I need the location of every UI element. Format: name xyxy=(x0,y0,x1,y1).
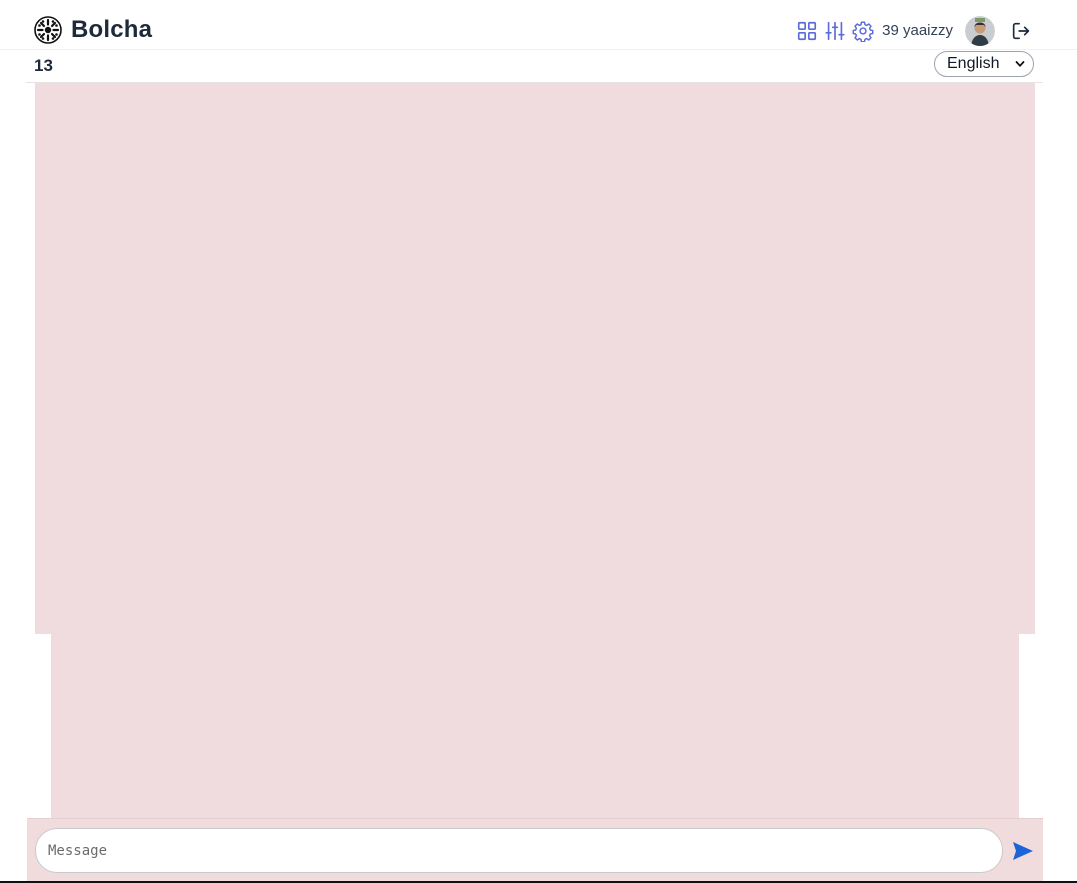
user-label[interactable]: 39 yaaizzy xyxy=(882,14,953,48)
chat-canvas[interactable] xyxy=(35,83,1035,634)
header-actions: 39 yaaizzy xyxy=(794,14,1033,48)
logout-button[interactable] xyxy=(1009,19,1033,43)
language-select[interactable]: English xyxy=(934,51,1034,77)
send-icon xyxy=(1013,842,1033,860)
avatar[interactable] xyxy=(965,16,995,46)
rooms-grid-button[interactable] xyxy=(794,18,820,44)
room-bar: 13 English xyxy=(26,50,1043,83)
app-title: Bolcha xyxy=(71,16,153,43)
chat-canvas-lower[interactable] xyxy=(51,634,1019,818)
settings-button[interactable] xyxy=(850,18,876,44)
logout-icon xyxy=(1012,22,1030,40)
grid-icon xyxy=(798,21,817,41)
bolcha-logo-icon xyxy=(34,16,62,44)
message-input[interactable] xyxy=(35,828,1003,873)
gear-icon xyxy=(852,21,874,42)
top-bar: Bolcha 39 yaaizzy xyxy=(0,0,1077,50)
language-selected: English xyxy=(947,55,1000,72)
chevron-down-icon xyxy=(1015,61,1025,67)
room-count: 13 xyxy=(34,56,53,75)
send-button[interactable] xyxy=(1010,838,1036,864)
sliders-icon xyxy=(825,21,845,41)
brand[interactable]: Bolcha xyxy=(34,16,152,44)
preferences-button[interactable] xyxy=(822,18,848,44)
message-composer xyxy=(27,818,1043,881)
